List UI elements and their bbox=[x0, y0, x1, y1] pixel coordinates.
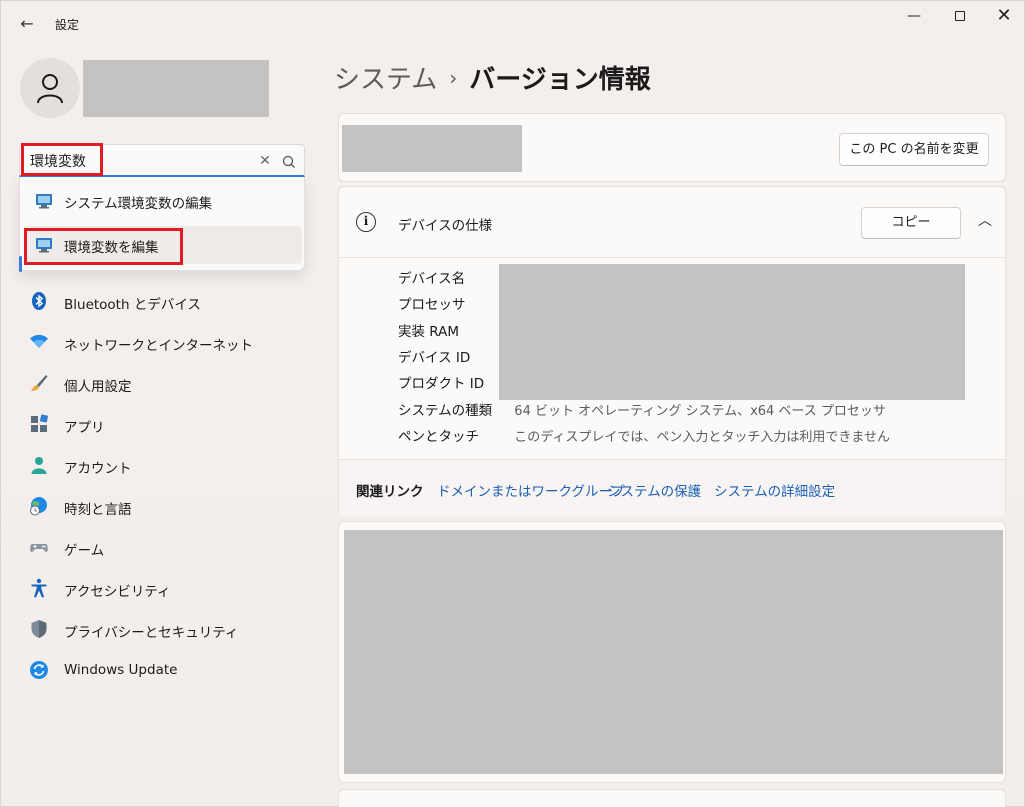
account-icon bbox=[31, 457, 47, 474]
search-input[interactable] bbox=[30, 149, 230, 173]
spec-row-pen-touch: ペンとタッチ このディスプレイでは、ペン入力とタッチ入力は利用できません bbox=[398, 425, 890, 447]
back-button[interactable]: ← bbox=[15, 13, 39, 35]
minimize-button[interactable]: — bbox=[891, 5, 937, 35]
copy-button[interactable]: コピー bbox=[861, 207, 961, 239]
sidebar-item-windows-update[interactable]: Windows Update bbox=[19, 651, 305, 689]
sidebar-item-label: 時刻と言語 bbox=[64, 502, 132, 518]
link-domain-workgroup[interactable]: ドメインまたはワークグループ bbox=[437, 480, 625, 500]
spec-value: 64 ビット オペレーティング システム、x64 ベース プロセッサ bbox=[514, 404, 886, 419]
chevron-up-icon[interactable]: ︿ bbox=[973, 209, 997, 233]
windows-spec-redacted bbox=[344, 530, 1003, 774]
windows-spec-card bbox=[338, 521, 1006, 783]
wifi-icon bbox=[30, 334, 48, 348]
spec-row-system-type: システムの種類 64 ビット オペレーティング システム、x64 ベース プロセ… bbox=[398, 399, 886, 421]
suggestion-edit-env-vars[interactable]: 環境変数を編集 bbox=[24, 226, 302, 264]
sidebar-item-label: アカウント bbox=[64, 461, 132, 477]
info-icon: i bbox=[356, 212, 376, 232]
spec-label: システムの種類 bbox=[398, 403, 493, 419]
pc-name-card: この PC の名前を変更 bbox=[338, 113, 1006, 182]
sidebar-item-accessibility[interactable]: アクセシビリティ bbox=[19, 569, 305, 607]
user-name-redacted bbox=[83, 60, 269, 117]
pc-name-redacted bbox=[342, 125, 522, 172]
page-title: バージョン情報 bbox=[469, 65, 651, 95]
bluetooth-icon bbox=[32, 292, 46, 310]
arrow-left-icon: ← bbox=[20, 14, 34, 33]
search-icon[interactable] bbox=[278, 151, 300, 173]
gamepad-icon bbox=[30, 544, 48, 552]
sidebar-item-personalization[interactable]: 個人用設定 bbox=[19, 364, 305, 402]
sidebar-item-network[interactable]: ネットワークとインターネット bbox=[19, 323, 305, 361]
settings-window: ← 設定 — ✕ ✕ bbox=[0, 0, 1025, 807]
device-spec-header[interactable]: i デバイスの仕様 コピー ︿ bbox=[339, 187, 1005, 257]
sidebar-item-privacy[interactable]: プライバシーとセキュリティ bbox=[19, 610, 305, 648]
accessibility-icon bbox=[31, 578, 47, 598]
user-icon bbox=[37, 74, 63, 104]
sidebar-item-apps[interactable]: アプリ bbox=[19, 405, 305, 443]
clear-icon[interactable]: ✕ bbox=[254, 150, 276, 172]
sidebar-item-label: Bluetooth とデバイス bbox=[64, 297, 201, 313]
sidebar-item-label: Windows Update bbox=[64, 662, 178, 678]
sidebar-item-label: 個人用設定 bbox=[64, 379, 132, 395]
app-title: 設定 bbox=[55, 18, 80, 32]
spec-label: ペンとタッチ bbox=[398, 429, 479, 445]
link-system-protection[interactable]: システムの保護 bbox=[607, 480, 701, 500]
spec-label: 実装 RAM bbox=[398, 324, 460, 340]
sidebar-item-accounts[interactable]: アカウント bbox=[19, 446, 305, 484]
title-bar: ← 設定 — ✕ bbox=[1, 1, 1024, 45]
suggestion-edit-system-env-vars[interactable]: システム環境変数の編集 bbox=[24, 182, 302, 220]
spec-row-device-id: デバイス ID bbox=[398, 346, 510, 368]
breadcrumb: システム › バージョン情報 bbox=[334, 59, 651, 96]
spec-row-product-id: プロダクト ID bbox=[398, 372, 510, 394]
search-box[interactable]: ✕ bbox=[19, 144, 305, 177]
spec-value: このディスプレイでは、ペン入力とタッチ入力は利用できません bbox=[514, 430, 890, 445]
sidebar-item-label: プライバシーとセキュリティ bbox=[64, 625, 239, 641]
spec-label: プロダクト ID bbox=[398, 376, 485, 392]
rename-pc-button[interactable]: この PC の名前を変更 bbox=[839, 133, 989, 166]
maximize-button[interactable] bbox=[937, 5, 983, 35]
close-icon: ✕ bbox=[996, 5, 1012, 26]
link-advanced-system-settings[interactable]: システムの詳細設定 bbox=[714, 480, 835, 500]
shield-icon bbox=[31, 620, 47, 638]
avatar[interactable] bbox=[20, 58, 80, 118]
sidebar-item-label: ネットワークとインターネット bbox=[64, 338, 253, 354]
spec-label: プロセッサ bbox=[398, 297, 466, 313]
sidebar-item-label: アプリ bbox=[64, 420, 105, 436]
support-card bbox=[338, 789, 1006, 807]
control-panel-icon bbox=[36, 194, 52, 209]
close-button[interactable]: ✕ bbox=[981, 5, 1025, 35]
update-icon bbox=[30, 661, 48, 679]
spec-row-processor: プロセッサ bbox=[398, 293, 510, 315]
search-suggestions: システム環境変数の編集 環境変数を編集 bbox=[19, 177, 305, 271]
nav-selection-indicator bbox=[19, 256, 22, 272]
breadcrumb-parent[interactable]: システム bbox=[334, 65, 437, 95]
spec-label: デバイス ID bbox=[398, 350, 471, 366]
spec-label: デバイス名 bbox=[398, 271, 466, 287]
spec-row-device-name: デバイス名 bbox=[398, 267, 510, 289]
related-links-label: 関連リンク bbox=[356, 484, 424, 500]
globe-clock-icon bbox=[30, 497, 47, 516]
sidebar-item-time-language[interactable]: 時刻と言語 bbox=[19, 487, 305, 525]
sidebar-item-label: アクセシビリティ bbox=[64, 584, 171, 600]
related-links: 関連リンク ドメインまたはワークグループ システムの保護 システムの詳細設定 bbox=[339, 459, 1005, 516]
control-panel-icon bbox=[36, 238, 52, 253]
maximize-icon bbox=[955, 11, 965, 21]
sidebar-item-label: ゲーム bbox=[64, 543, 105, 559]
device-spec-body: デバイス名 プロセッサ 実装 RAM デバイス ID プロダクト ID システム… bbox=[339, 257, 1005, 457]
spec-row-ram: 実装 RAM bbox=[398, 320, 510, 342]
sidebar-item-bluetooth[interactable]: Bluetooth とデバイス bbox=[19, 282, 305, 320]
spec-values-redacted bbox=[499, 264, 965, 400]
chevron-right-icon: › bbox=[449, 66, 458, 90]
apps-icon bbox=[31, 414, 49, 432]
suggestion-label: 環境変数を編集 bbox=[64, 240, 159, 256]
device-spec-card: i デバイスの仕様 コピー ︿ デバイス名 プロセッサ 実装 RAM デバイス … bbox=[338, 186, 1006, 516]
device-spec-title: デバイスの仕様 bbox=[398, 218, 493, 234]
sidebar-item-gaming[interactable]: ゲーム bbox=[19, 528, 305, 566]
brush-icon bbox=[31, 375, 48, 391]
suggestion-label: システム環境変数の編集 bbox=[64, 196, 213, 212]
minimize-icon: — bbox=[907, 8, 921, 24]
